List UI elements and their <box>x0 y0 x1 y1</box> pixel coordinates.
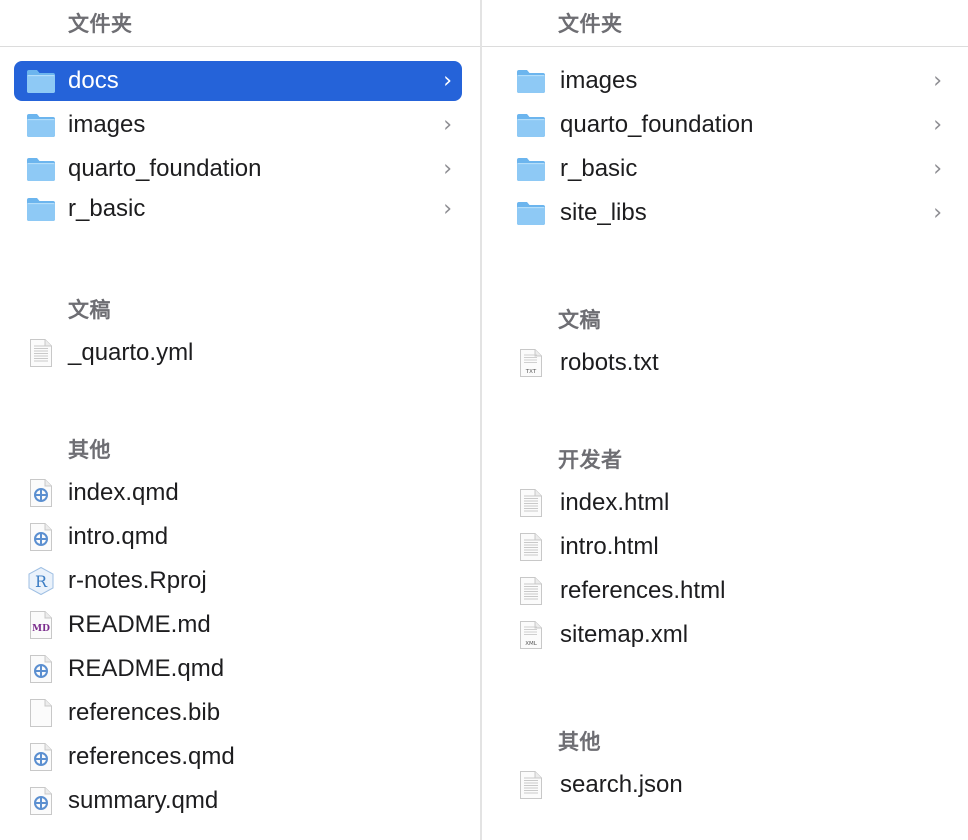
generic-document-icon <box>26 338 56 368</box>
file-row-intro-html[interactable]: intro.html <box>502 527 952 567</box>
folder-row-r-basic[interactable]: r_basic › <box>14 189 462 229</box>
file-row-r-notes-rproj[interactable]: R r-notes.Rproj <box>14 561 462 601</box>
json-file-icon <box>516 770 546 800</box>
folder-row-quarto-foundation[interactable]: quarto_foundation › <box>14 149 462 189</box>
file-label: search.json <box>560 771 683 798</box>
folder-icon <box>26 194 56 224</box>
chevron-right-icon: › <box>443 68 452 94</box>
section-title-other: 其他 <box>558 731 601 754</box>
svg-text:XML: XML <box>525 641 538 647</box>
file-label: sitemap.xml <box>560 621 689 648</box>
chevron-right-icon: › <box>933 156 942 182</box>
svg-text:MD: MD <box>32 624 50 634</box>
folder-label: site_libs <box>560 199 647 226</box>
folder-icon <box>26 110 56 140</box>
file-row-intro-qmd[interactable]: intro.qmd <box>14 517 462 557</box>
markdown-file-icon: MD <box>26 610 56 640</box>
quarto-file-icon <box>26 654 56 684</box>
file-row-readme-qmd[interactable]: README.qmd <box>14 649 462 689</box>
chevron-right-icon: › <box>443 196 452 222</box>
html-file-icon <box>516 532 546 562</box>
folder-icon <box>516 198 546 228</box>
chevron-right-icon: › <box>933 68 942 94</box>
file-label: summary.qmd <box>68 787 219 814</box>
folder-label: quarto_foundation <box>560 111 754 138</box>
folder-icon <box>516 110 546 140</box>
file-row-index-qmd[interactable]: index.qmd <box>14 473 462 513</box>
file-label: index.html <box>560 489 670 516</box>
folder-icon <box>26 154 56 184</box>
quarto-file-icon <box>26 522 56 552</box>
file-label: robots.txt <box>560 349 659 376</box>
quarto-file-icon <box>26 786 56 816</box>
finder-column-browser: 文件夹 docs › images › quarto_foundation › … <box>0 0 968 840</box>
section-title-other: 其他 <box>68 439 111 462</box>
file-label: intro.qmd <box>68 523 169 550</box>
column-header: 文件夹 <box>0 0 480 47</box>
folder-row-images[interactable]: images › <box>14 105 462 145</box>
column-docs-parent[interactable]: 文件夹 docs › images › quarto_foundation › … <box>0 0 482 840</box>
folder-icon <box>516 154 546 184</box>
file-row-references-bib[interactable]: references.bib <box>14 693 462 733</box>
file-label: references.bib <box>68 699 221 726</box>
file-row-references-qmd[interactable]: references.qmd <box>14 737 462 777</box>
folder-row-docs[interactable]: docs › <box>14 61 462 101</box>
file-label: references.html <box>560 577 726 604</box>
file-row-search-json[interactable]: search.json <box>502 765 952 805</box>
file-label: references.qmd <box>68 743 235 770</box>
file-row-references-html[interactable]: references.html <box>502 571 952 611</box>
file-row-robots-txt[interactable]: TXT robots.txt <box>502 343 952 383</box>
blank-document-icon <box>26 698 56 728</box>
folder-label: docs <box>68 67 119 94</box>
section-title-documents: 文稿 <box>68 299 111 322</box>
file-label: index.qmd <box>68 479 179 506</box>
txt-file-icon: TXT <box>516 348 546 378</box>
rproj-file-icon: R <box>26 566 56 596</box>
folder-icon <box>516 66 546 96</box>
html-file-icon <box>516 576 546 606</box>
file-label: intro.html <box>560 533 659 560</box>
file-label: README.qmd <box>68 655 225 682</box>
section-title-folders: 文件夹 <box>68 13 133 36</box>
folder-label: quarto_foundation <box>68 155 262 182</box>
section-title-developer: 开发者 <box>558 449 623 472</box>
chevron-right-icon: › <box>443 156 452 182</box>
file-row-index-html[interactable]: index.html <box>502 483 952 523</box>
folder-label: r_basic <box>68 195 146 222</box>
file-label: _quarto.yml <box>68 339 194 366</box>
column-header: 文件夹 <box>482 0 968 47</box>
folder-label: images <box>560 67 638 94</box>
folder-row-site-libs[interactable]: site_libs › <box>502 193 952 233</box>
folder-label: images <box>68 111 146 138</box>
file-row-summary-qmd[interactable]: summary.qmd <box>14 781 462 821</box>
svg-text:R: R <box>35 572 48 591</box>
file-label: r-notes.Rproj <box>68 567 207 594</box>
file-row-sitemap-xml[interactable]: XML sitemap.xml <box>502 615 952 655</box>
folder-label: r_basic <box>560 155 638 182</box>
svg-text:TXT: TXT <box>525 369 537 375</box>
chevron-right-icon: › <box>443 112 452 138</box>
file-row-quarto-yml[interactable]: _quarto.yml <box>14 333 462 373</box>
html-file-icon <box>516 488 546 518</box>
chevron-right-icon: › <box>933 200 942 226</box>
file-label: README.md <box>68 611 211 638</box>
file-row-readme-md[interactable]: MD README.md <box>14 605 462 645</box>
column-docs-contents[interactable]: 文件夹 images › quarto_foundation › r_basic… <box>482 0 968 840</box>
quarto-file-icon <box>26 742 56 772</box>
folder-row-r-basic[interactable]: r_basic › <box>502 149 952 189</box>
chevron-right-icon: › <box>933 112 942 138</box>
folder-icon <box>26 66 56 96</box>
xml-file-icon: XML <box>516 620 546 650</box>
quarto-file-icon <box>26 478 56 508</box>
folder-row-images[interactable]: images › <box>502 61 952 101</box>
folder-row-quarto-foundation[interactable]: quarto_foundation › <box>502 105 952 145</box>
section-title-documents: 文稿 <box>558 309 601 332</box>
section-title-folders: 文件夹 <box>558 13 623 36</box>
